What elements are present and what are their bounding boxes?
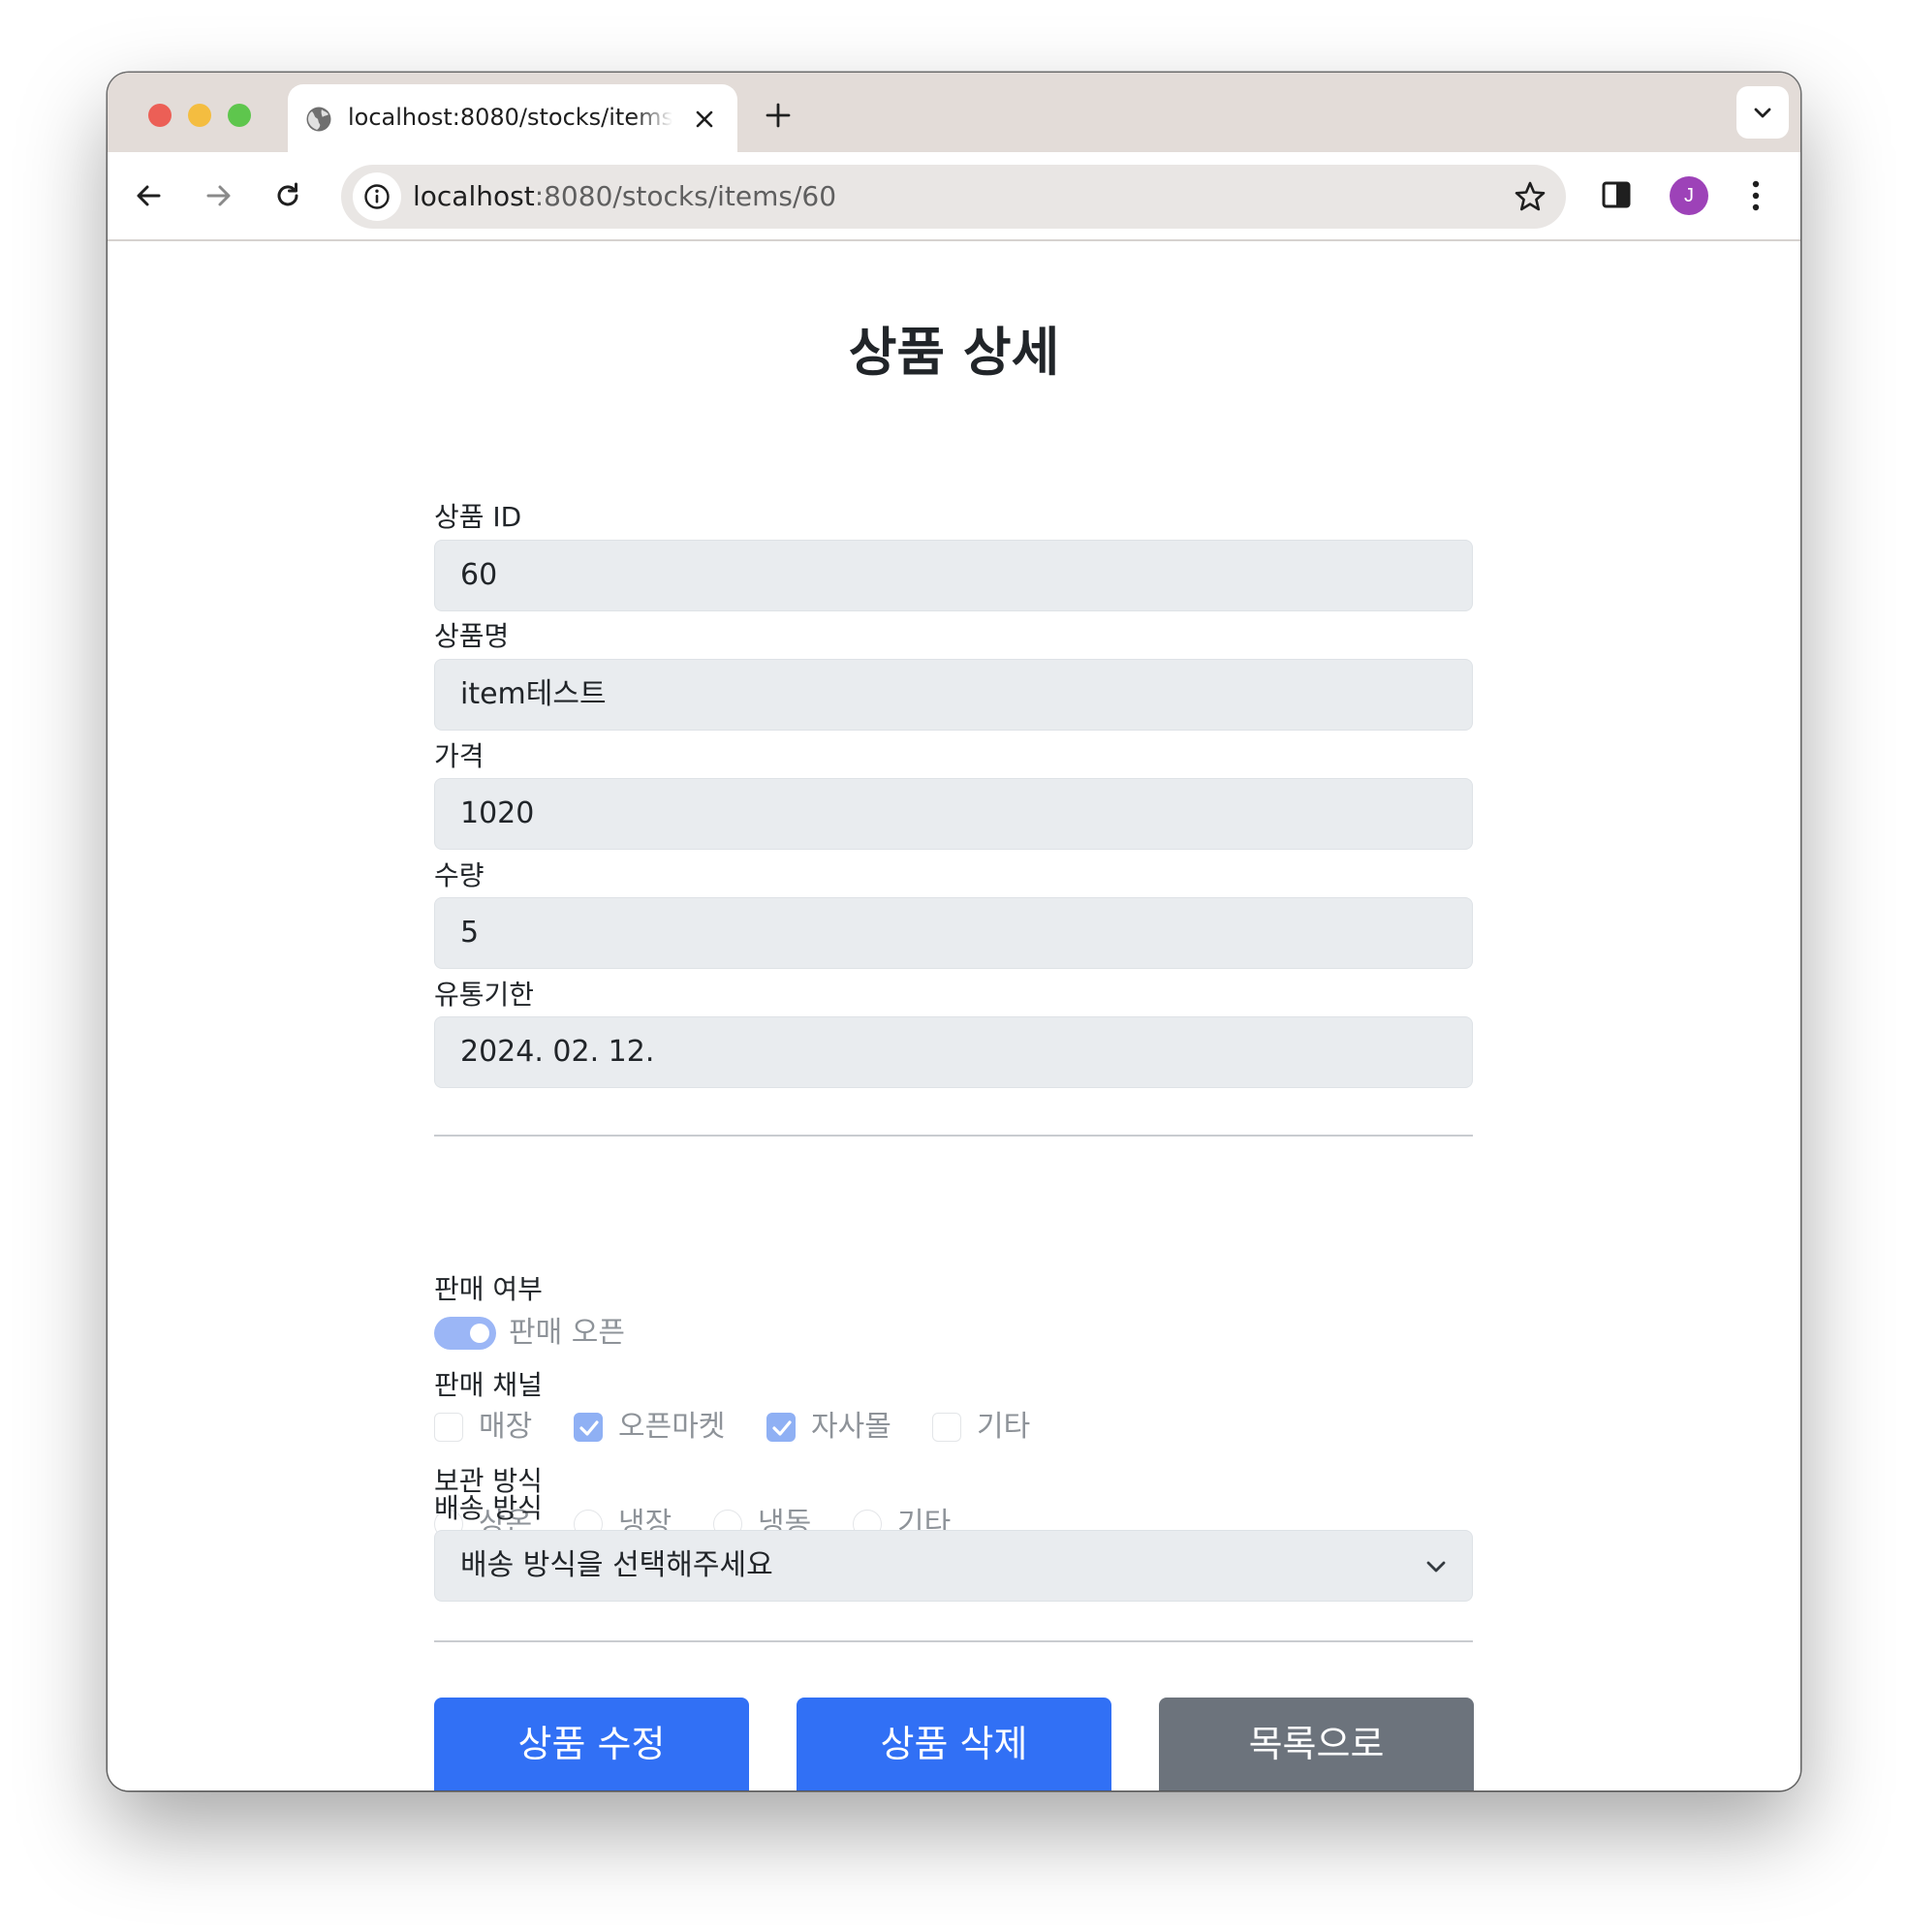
edit-item-button[interactable]: 상품 수정: [434, 1698, 749, 1791]
chevron-down-icon: [1754, 108, 1771, 118]
item-id-value: 60: [460, 558, 498, 592]
channel-other-checkbox[interactable]: [932, 1413, 961, 1442]
browser-toolbar: localhost:8080/stocks/items/60 J: [108, 152, 1800, 241]
expiry-date-value: 2024. 02. 12.: [460, 1035, 655, 1069]
close-window-button[interactable]: [148, 104, 172, 127]
channel-ownmall-label: 자사몰: [811, 1410, 891, 1444]
sale-open-switch[interactable]: [434, 1317, 496, 1350]
channel-other-label: 기타: [977, 1410, 1031, 1444]
quantity-value: 5: [460, 916, 480, 950]
checkmark-icon: [579, 1420, 599, 1436]
new-tab-icon[interactable]: [762, 99, 795, 132]
section-divider: [434, 1135, 1473, 1137]
page-title: 상품 상세: [848, 322, 1060, 383]
delivery-method-label: 배송 방식: [434, 1492, 543, 1524]
url-path: :8080/stocks/items/60: [534, 180, 837, 212]
item-name-value: item테스트: [460, 677, 607, 711]
more-menu-icon[interactable]: [1748, 176, 1764, 215]
price-field[interactable]: 1020: [434, 778, 1473, 850]
close-tab-icon[interactable]: [690, 105, 719, 134]
section-divider: [434, 1640, 1473, 1642]
maximize-window-button[interactable]: [228, 104, 251, 127]
switch-knob: [470, 1324, 489, 1343]
price-label: 가격: [434, 740, 485, 772]
back-to-list-button[interactable]: 목록으로: [1159, 1698, 1474, 1791]
price-value: 1020: [460, 796, 535, 830]
tab-search-button[interactable]: [1736, 86, 1789, 139]
page-content: 상품 상세 상품 ID 60 상품명 item테스트 가격 1020 수량 5 …: [108, 241, 1800, 1791]
item-id-field[interactable]: 60: [434, 540, 1473, 611]
expiry-date-label: 유통기한: [434, 979, 535, 1011]
browser-tab-active[interactable]: localhost:8080/stocks/items/60: [288, 84, 737, 152]
channel-ownmall-checkbox[interactable]: [766, 1413, 796, 1442]
url-text: localhost:8080/stocks/items/60: [413, 178, 836, 215]
bookmark-star-icon[interactable]: [1513, 179, 1547, 214]
side-panel-icon[interactable]: [1601, 179, 1632, 210]
sale-status-label: 판매 여부: [434, 1273, 543, 1305]
tab-title: localhost:8080/stocks/items/60: [348, 104, 672, 131]
quantity-label: 수량: [434, 859, 485, 891]
address-bar[interactable]: localhost:8080/stocks/items/60: [341, 165, 1566, 229]
browser-window: localhost:8080/stocks/items/60: [108, 73, 1800, 1791]
forward-arrow-icon[interactable]: [201, 178, 235, 213]
quantity-field[interactable]: 5: [434, 897, 1473, 969]
globe-icon: [306, 107, 331, 132]
channel-store-checkbox[interactable]: [434, 1413, 463, 1442]
checkmark-icon: [772, 1420, 792, 1436]
chevron-down-icon: [1426, 1561, 1446, 1573]
sale-open-label: 판매 오픈: [509, 1316, 625, 1350]
minimize-window-button[interactable]: [188, 104, 211, 127]
item-id-label: 상품 ID: [434, 501, 522, 533]
delete-item-button[interactable]: 상품 삭제: [797, 1698, 1111, 1791]
back-arrow-icon[interactable]: [132, 178, 167, 213]
tab-bar: localhost:8080/stocks/items/60: [108, 73, 1800, 152]
channel-openmarket-checkbox[interactable]: [574, 1413, 603, 1442]
sales-channel-label: 판매 채널: [434, 1369, 543, 1401]
item-name-field[interactable]: item테스트: [434, 659, 1473, 731]
reload-icon[interactable]: [270, 178, 305, 213]
delivery-method-select[interactable]: 배송 방식을 선택해주세요: [434, 1530, 1473, 1602]
site-info-icon[interactable]: [353, 172, 401, 221]
item-name-label: 상품명: [434, 620, 510, 652]
url-host: localhost: [413, 180, 535, 212]
channel-store-label: 매장: [479, 1410, 533, 1444]
profile-avatar[interactable]: J: [1670, 176, 1708, 215]
delivery-method-selected: 배송 방식을 선택해주세요: [460, 1548, 773, 1582]
channel-openmarket-label: 오픈마켓: [618, 1410, 726, 1444]
expiry-date-field[interactable]: 2024. 02. 12.: [434, 1016, 1473, 1088]
